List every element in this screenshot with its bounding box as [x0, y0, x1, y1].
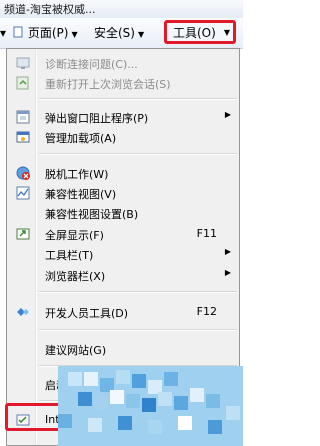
- menu-item-developer-tools[interactable]: 开发人员工具(D) F12: [7, 302, 239, 322]
- command-bar: ▾ 页面(P) ▼ 安全(S) ▼ 工具(O) ▼: [0, 18, 243, 49]
- window-title-strip: 频道-淘宝被权威...: [0, 0, 243, 18]
- chevron-down-icon: ▼: [137, 30, 145, 39]
- menu-item-popup-blocker[interactable]: 弹出窗口阻止程序(P) ▶: [7, 107, 239, 127]
- menu-separator: [39, 291, 237, 292]
- menu-item-compatibility-view-settings[interactable]: 兼容性视图设置(B): [7, 203, 239, 223]
- menu-item-manage-addons[interactable]: 管理加载项(A): [7, 127, 239, 147]
- menu-separator: [39, 329, 237, 330]
- chevron-down-icon: ▼: [71, 30, 78, 39]
- page-icon: [13, 26, 23, 38]
- work-offline-icon: [16, 166, 30, 180]
- menu-separator: [39, 98, 237, 99]
- fullscreen-icon: [16, 228, 30, 240]
- menu-item-fullscreen[interactable]: 全屏显示(F) F11: [7, 224, 239, 244]
- menu-item-reopen-session[interactable]: 重新打开上次浏览会话(S): [7, 73, 239, 93]
- menu-item-suggested-sites[interactable]: 建议网站(G): [7, 339, 239, 359]
- submenu-arrow-icon: ▶: [224, 268, 231, 277]
- window-title: 频道-淘宝被权威...: [4, 3, 96, 16]
- manage-addons-icon: [16, 131, 30, 143]
- menu-separator: [39, 153, 237, 154]
- watermark-mosaic: [58, 366, 243, 446]
- chevron-down-icon: ▾: [0, 26, 7, 40]
- menu-item-work-offline[interactable]: 脱机工作(W): [7, 163, 239, 183]
- page-menu-label: 页面(P): [27, 26, 69, 40]
- submenu-arrow-icon: ▶: [224, 110, 231, 119]
- diagnose-connection-icon: [16, 57, 30, 69]
- safety-menu-button[interactable]: 安全(S) ▼: [94, 24, 144, 42]
- tools-menu-label: 工具(O): [173, 26, 216, 40]
- menu-item-explorer-bars[interactable]: 浏览器栏(X) ▶: [7, 265, 239, 285]
- tools-menu-button[interactable]: 工具(O) ▼: [164, 20, 236, 44]
- menu-item-diagnose-connection[interactable]: 诊断连接问题(C)...: [7, 53, 239, 73]
- page-menu-button[interactable]: 页面(P) ▼: [12, 24, 78, 42]
- menu-item-compatibility-view[interactable]: 兼容性视图(V): [7, 183, 239, 203]
- reopen-session-icon: [16, 76, 29, 90]
- chevron-down-icon: ▼: [223, 28, 230, 37]
- menu-item-toolbars[interactable]: 工具栏(T) ▶: [7, 244, 239, 264]
- left-caret-button[interactable]: ▾: [0, 24, 6, 42]
- safety-menu-label: 安全(S): [94, 26, 135, 40]
- popup-blocker-icon: [16, 110, 30, 124]
- submenu-arrow-icon: ▶: [224, 247, 231, 256]
- compatibility-view-icon: [16, 186, 30, 200]
- developer-tools-icon: [17, 308, 29, 316]
